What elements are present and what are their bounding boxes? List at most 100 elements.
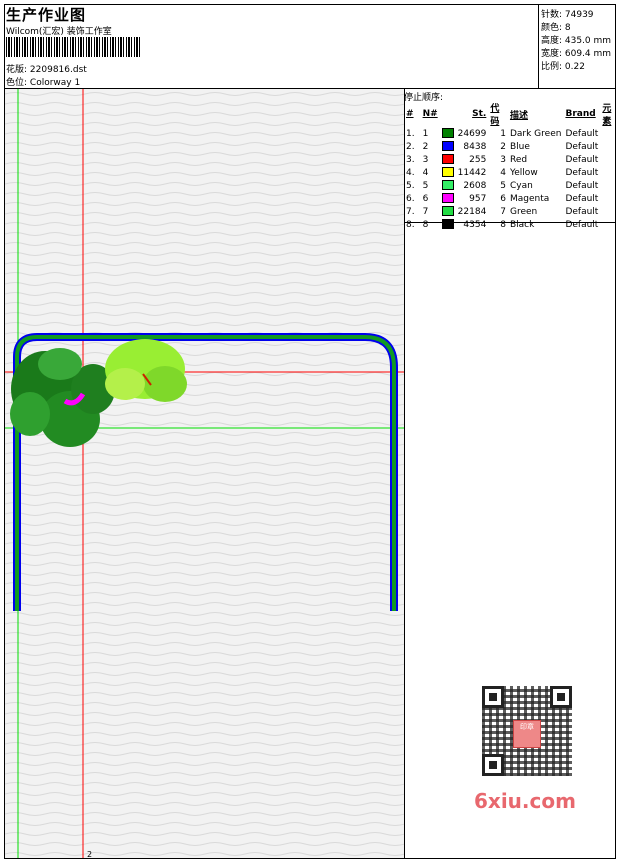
row-code: 1 [500, 128, 506, 139]
row-brand: Default [565, 154, 599, 165]
row-index: 7. [406, 206, 415, 217]
qr-code: 印章 [470, 682, 585, 782]
seal-stamp-icon: 印章 [513, 720, 541, 748]
row-element [600, 127, 620, 140]
canvas-marker: 2 [87, 850, 92, 859]
table-row[interactable]: 5. 5 2608 5 Cyan Default [404, 179, 620, 192]
row-swatch [440, 153, 456, 166]
row-element [600, 192, 620, 205]
row-stitches: 8438 [463, 141, 487, 152]
table-row[interactable]: 1. 1 24699 1 Dark Green Default [404, 127, 620, 140]
color-swatch [441, 154, 454, 165]
table-row[interactable]: 2. 2 8438 2 Blue Default [404, 140, 620, 153]
design-width: 宽度: 609.4 mm [541, 49, 612, 59]
row-needle: 5 [422, 180, 429, 191]
row-code: 3 [500, 154, 506, 165]
row-swatch [440, 205, 456, 218]
row-swatch [440, 218, 456, 231]
row-code: 8 [500, 219, 506, 230]
row-swatch [440, 140, 456, 153]
barcode [6, 37, 140, 57]
row-index: 2. [406, 141, 415, 152]
table-row[interactable]: 3. 3 255 3 Red Default [404, 153, 620, 166]
row-stitches: 24699 [457, 128, 487, 139]
row-index: 5. [406, 180, 415, 191]
col-header-element: 元素 [602, 104, 612, 127]
design-canvas[interactable]: 2 [4, 88, 405, 859]
table-row[interactable]: 4. 4 11442 4 Yellow Default [404, 166, 620, 179]
row-element [600, 179, 620, 192]
row-index: 6. [406, 193, 415, 204]
row-description: Green [509, 206, 538, 217]
row-swatch [440, 127, 456, 140]
design-scale: 比例: 0.22 [541, 62, 585, 72]
row-element [600, 218, 620, 231]
colorway-row: 色位: Colorway 1 [6, 75, 80, 88]
color-swatch [441, 128, 454, 139]
color-swatch [441, 180, 454, 191]
colorway-label: 色位: [6, 78, 28, 88]
row-swatch [440, 179, 456, 192]
col-header-description: 描述 [509, 110, 528, 121]
row-stitches: 22184 [457, 206, 487, 217]
color-swatch [441, 219, 454, 230]
row-description: Cyan [509, 180, 533, 191]
table-row[interactable]: 7. 7 22184 7 Green Default [404, 205, 620, 218]
color-swatch [441, 167, 454, 178]
embroidery-preview: 2 [5, 89, 404, 859]
row-brand: Default [565, 219, 599, 230]
row-brand: Default [565, 206, 599, 217]
color-swatch [441, 193, 454, 204]
row-brand: Default [565, 128, 599, 139]
row-needle: 8 [422, 219, 429, 230]
row-code: 5 [500, 180, 506, 191]
design-height: 高度: 435.0 mm [541, 36, 612, 46]
row-needle: 7 [422, 206, 429, 217]
col-header-index: # [406, 109, 414, 119]
col-header-needle: N# [422, 109, 438, 119]
row-swatch [440, 192, 456, 205]
col-header-stitches: St. [472, 109, 487, 119]
row-element [600, 140, 620, 153]
hoop-background [5, 89, 404, 858]
design-label: 花版: [6, 65, 28, 75]
stitch-count: 针数: 74939 [541, 10, 594, 20]
row-needle: 6 [422, 193, 429, 204]
row-code: 7 [500, 206, 506, 217]
row-element [600, 166, 620, 179]
row-description: Yellow [509, 167, 538, 178]
row-needle: 1 [422, 128, 429, 139]
row-needle: 2 [422, 141, 429, 152]
table-header-row: # N# St. 代码 描述 Brand 元素 [404, 101, 620, 127]
row-stitches: 2608 [463, 180, 487, 191]
row-description: Dark Green [509, 128, 562, 139]
row-swatch [440, 166, 456, 179]
row-brand: Default [565, 180, 599, 191]
row-description: Magenta [509, 193, 550, 204]
row-element [600, 153, 620, 166]
col-header-code: 代码 [490, 104, 500, 127]
row-index: 3. [406, 154, 415, 165]
page-title: 生产作业图 [6, 6, 87, 24]
row-description: Red [509, 154, 528, 165]
design-value: 2209816.dst [29, 65, 87, 75]
colorway-value: Colorway 1 [29, 78, 81, 88]
studio-name: Wilcom(汇宏) 装饰工作室 [6, 27, 112, 37]
table-row[interactable]: 6. 6 957 6 Magenta Default [404, 192, 620, 205]
row-code: 6 [500, 193, 506, 204]
row-needle: 4 [422, 167, 429, 178]
col-header-brand: Brand [565, 109, 596, 119]
row-brand: Default [565, 141, 599, 152]
col-header-swatch [440, 101, 456, 127]
row-code: 2 [500, 141, 506, 152]
panel-divider [404, 222, 616, 223]
row-stitches: 11442 [457, 167, 487, 178]
row-index: 8. [406, 219, 415, 230]
row-brand: Default [565, 167, 599, 178]
color-count: 颜色: 8 [541, 23, 571, 33]
row-needle: 3 [422, 154, 429, 165]
row-index: 4. [406, 167, 415, 178]
row-description: Blue [509, 141, 530, 152]
table-row[interactable]: 8. 8 4354 8 Black Default [404, 218, 620, 231]
row-code: 4 [500, 167, 506, 178]
